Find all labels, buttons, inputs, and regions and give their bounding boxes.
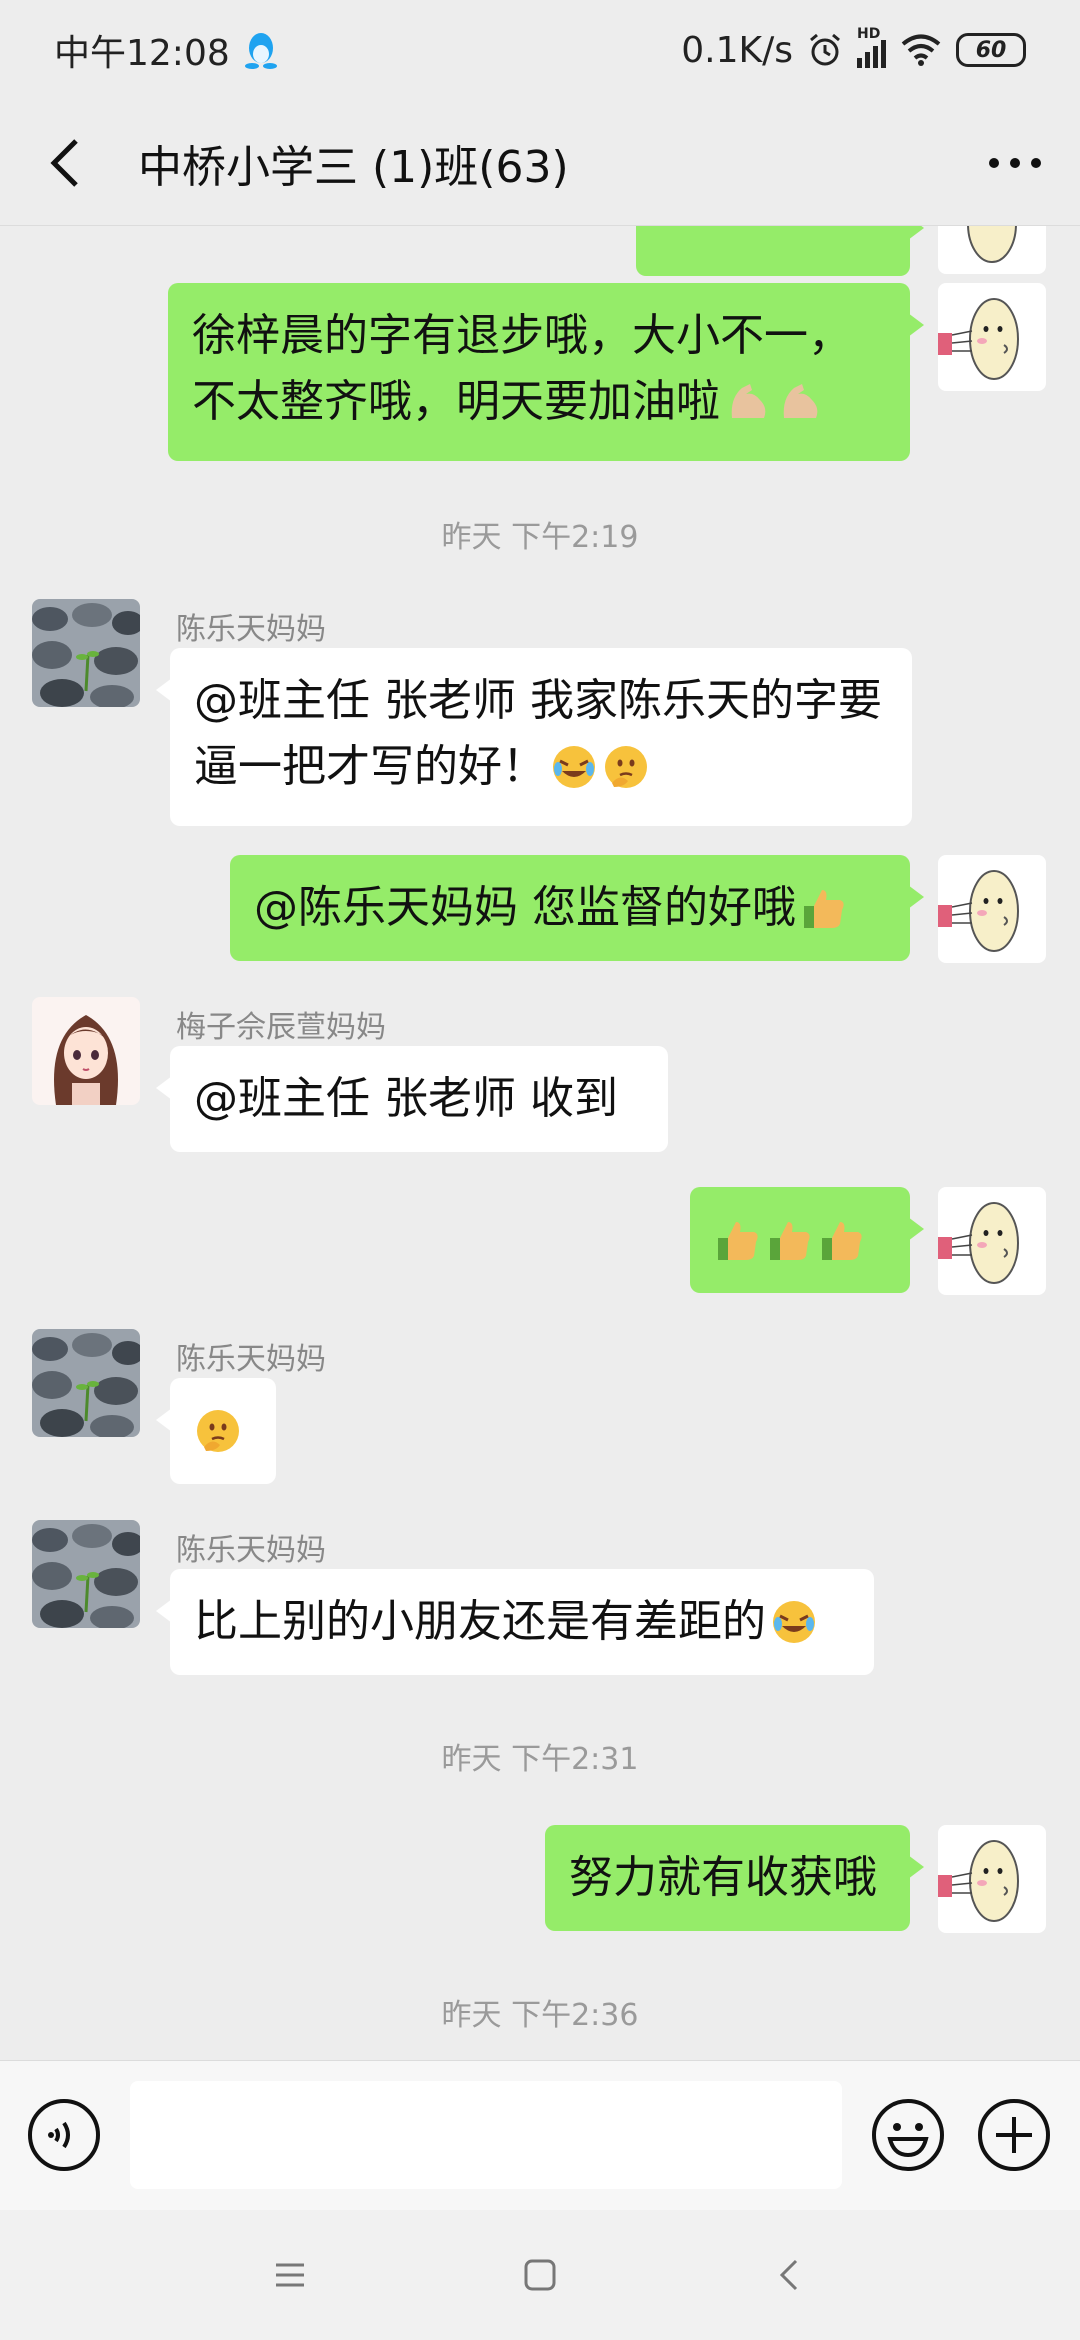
message-text: 比上别的小朋友还是有差距的: [194, 1596, 766, 1647]
my-avatar[interactable]: [938, 855, 1046, 963]
more-dots-icon: [989, 157, 1041, 168]
qq-penguin-icon: [244, 33, 277, 69]
message-bubble-incoming[interactable]: @班主任 张老师 我家陈乐天的字要逼一把才写的好！: [156, 648, 912, 826]
timestamp: 昨天 下午2:19: [441, 520, 639, 555]
my-avatar[interactable]: [938, 226, 1046, 274]
back-button[interactable]: [30, 128, 100, 198]
status-right: 0.1K/s HD 60: [681, 26, 1026, 71]
message-bubble-outgoing[interactable]: @陈乐天妈妈 您监督的好哦: [230, 855, 924, 961]
wechat-group-chat-screen: 中午12:08 0.1K/s HD 60 中桥小学三 (1)班(63) 徐梓晨的…: [0, 0, 1080, 2340]
potato-avatar-icon: [938, 855, 1046, 963]
previous-message-bubble[interactable]: [636, 226, 924, 276]
message-bubble-outgoing[interactable]: 徐梓晨的字有退步哦，大小不一，不太整齐哦，明天要加油啦: [168, 283, 924, 461]
message-text: @班主任 张老师 我家陈乐天的字要逼一把才写的好！: [194, 675, 882, 792]
thumbs-up-emoji-icon: [770, 1222, 810, 1260]
timestamp: 昨天 下午2:31: [441, 1742, 639, 1777]
anime-girl-avatar-icon: [32, 997, 140, 1105]
sender-name: 梅子佘辰萱妈妈: [176, 1010, 386, 1045]
message-bubble-outgoing[interactable]: [690, 1187, 924, 1293]
status-left: 中午12:08: [54, 24, 278, 76]
timestamp: 昨天 下午2:36: [441, 1998, 639, 2033]
status-time: 中午12:08: [54, 33, 230, 74]
potato-avatar-icon: [938, 1187, 1046, 1295]
more-options-button[interactable]: [980, 128, 1050, 198]
sender-avatar[interactable]: [32, 997, 140, 1105]
chat-header: 中桥小学三 (1)班(63): [0, 100, 1080, 226]
my-avatar[interactable]: [938, 1187, 1046, 1295]
my-avatar[interactable]: [938, 1825, 1046, 1933]
message-list[interactable]: 徐梓晨的字有退步哦，大小不一，不太整齐哦，明天要加油啦 昨天 下午2:19 陈乐…: [0, 226, 1080, 2060]
sender-avatar[interactable]: [32, 1329, 140, 1437]
message-bubble-incoming[interactable]: 比上别的小朋友还是有差距的: [156, 1569, 874, 1675]
my-avatar[interactable]: [938, 283, 1046, 391]
message-text: @陈乐天妈妈 您监督的好哦: [254, 882, 796, 933]
message-text: 努力就有收获哦: [569, 1852, 877, 1903]
flexed-biceps-emoji-icon: [783, 384, 818, 418]
message-bubble-incoming[interactable]: @班主任 张老师 收到: [156, 1046, 668, 1152]
chat-title: 中桥小学三 (1)班(63): [138, 141, 569, 193]
thumbs-up-emoji-icon: [804, 890, 844, 928]
message-text: @班主任 张老师 收到: [194, 1073, 618, 1124]
sender-name: 陈乐天妈妈: [176, 1342, 326, 1377]
potato-avatar-icon: [938, 283, 1046, 391]
thinking-face-emoji-icon: [605, 746, 647, 788]
status-bar: 中午12:08 0.1K/s HD 60: [0, 0, 1080, 100]
message-bubble-incoming[interactable]: [156, 1378, 276, 1484]
thumbs-up-emoji-icon: [718, 1222, 758, 1260]
sender-avatar[interactable]: [32, 1520, 140, 1628]
more-functions-plus-icon[interactable]: [976, 2097, 1052, 2173]
system-navigation-bar: [0, 2210, 1080, 2340]
potato-avatar-icon: [938, 226, 1046, 274]
stones-sprout-avatar-icon: [32, 599, 140, 707]
chevron-left-icon: [50, 138, 78, 187]
back-nav-icon[interactable]: [770, 2255, 810, 2295]
net-speed: 0.1K/s: [681, 29, 793, 71]
battery-indicator: 60: [956, 33, 1026, 67]
stones-sprout-avatar-icon: [32, 1520, 140, 1628]
sender-name: 陈乐天妈妈: [176, 612, 326, 647]
wifi-icon: [901, 34, 941, 66]
hd-signal-icon: HD: [857, 26, 886, 68]
chat-input-bar: [0, 2060, 1080, 2210]
potato-avatar-icon: [938, 1825, 1046, 1933]
home-nav-icon[interactable]: [520, 2255, 560, 2295]
thinking-face-emoji-icon: [197, 1410, 239, 1452]
sender-avatar[interactable]: [32, 599, 140, 707]
message-bubble-outgoing[interactable]: 努力就有收获哦: [545, 1825, 924, 1931]
flexed-biceps-emoji-icon: [731, 384, 766, 418]
emoji-picker-icon[interactable]: [870, 2097, 946, 2173]
crying-laughing-emoji-icon: [773, 1601, 815, 1643]
crying-laughing-emoji-icon: [553, 746, 595, 788]
alarm-clock-icon: [810, 33, 840, 66]
menu-nav-icon[interactable]: [270, 2255, 310, 2295]
voice-input-icon[interactable]: [26, 2097, 102, 2173]
sender-name: 陈乐天妈妈: [176, 1533, 326, 1568]
stones-sprout-avatar-icon: [32, 1329, 140, 1437]
message-input[interactable]: [130, 2081, 842, 2189]
thumbs-up-emoji-icon: [822, 1222, 862, 1260]
